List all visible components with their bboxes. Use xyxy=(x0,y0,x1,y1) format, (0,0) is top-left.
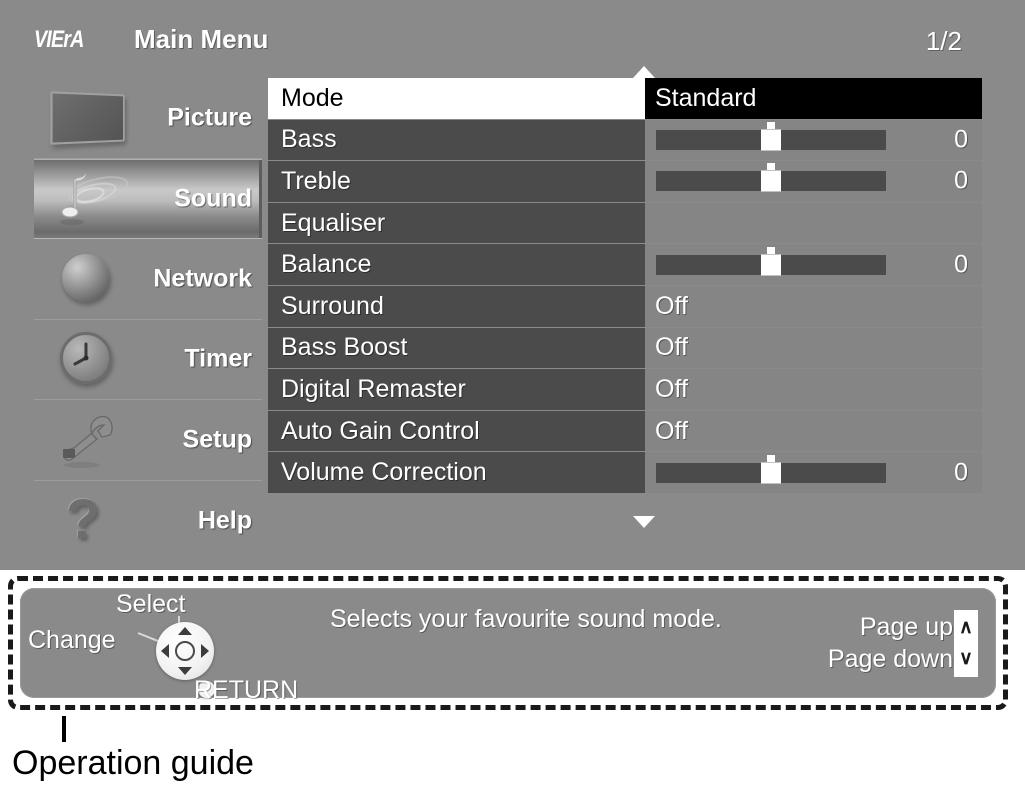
chevron-up-icon[interactable]: ∧ xyxy=(954,612,978,643)
sidebar-item-help[interactable]: ? Help xyxy=(34,481,262,562)
globe-icon xyxy=(46,248,132,310)
slider-thumb[interactable] xyxy=(761,170,781,192)
setting-label: Surround xyxy=(268,285,645,327)
sidebar-item-picture[interactable]: Picture xyxy=(34,78,262,159)
setting-label: Auto Gain Control xyxy=(268,410,645,452)
setting-label: Digital Remaster xyxy=(268,369,645,410)
settings-list: Mode Standard Bass 0 Treble 0 Equaliser … xyxy=(268,66,982,528)
sidebar: Picture Sound Network Timer Setup ? Help xyxy=(34,78,262,563)
setting-row-balance[interactable]: Balance 0 xyxy=(268,244,982,285)
slider[interactable] xyxy=(656,244,886,285)
slider-center-tick xyxy=(767,454,775,462)
slider-track[interactable] xyxy=(656,121,886,151)
setting-value[interactable]: 0 xyxy=(645,452,982,493)
sidebar-item-label: Picture xyxy=(167,103,252,132)
dpad-left-arrow-icon[interactable] xyxy=(161,644,169,658)
sidebar-item-label: Sound xyxy=(174,184,252,213)
slider-center-tick xyxy=(767,246,775,254)
menu-header: VIErA Main Menu 1/2 xyxy=(28,20,996,66)
setting-label: Balance xyxy=(268,244,645,285)
slider-center-tick xyxy=(767,121,775,129)
sidebar-item-label: Timer xyxy=(184,344,252,373)
slider-value: 0 xyxy=(954,458,968,487)
music-note-icon xyxy=(46,168,132,230)
caption-leader-line xyxy=(62,716,66,742)
setting-value[interactable]: Off xyxy=(645,285,982,327)
page-keys-button[interactable]: ∧ ∨ xyxy=(954,610,978,677)
page-keys[interactable]: Page up Page down ∧ ∨ xyxy=(828,610,978,677)
setting-value[interactable]: Standard xyxy=(645,78,982,119)
dpad-icon[interactable] xyxy=(156,622,214,680)
setting-label: Volume Correction xyxy=(268,452,645,493)
dpad-ok-button[interactable] xyxy=(175,641,195,661)
setting-label: Bass xyxy=(268,119,645,161)
triangle-up-icon[interactable] xyxy=(633,66,655,78)
chevron-down-icon[interactable]: ∨ xyxy=(954,643,978,674)
slider[interactable] xyxy=(656,161,886,202)
sidebar-item-label: Help xyxy=(197,506,252,535)
setting-row-bass[interactable]: Bass 0 xyxy=(268,119,982,161)
wrench-icon xyxy=(46,409,132,471)
slider-thumb[interactable] xyxy=(761,129,781,151)
setting-value[interactable] xyxy=(645,202,982,244)
dpad-down-arrow-icon[interactable] xyxy=(178,667,192,675)
slider-center-tick xyxy=(767,163,775,171)
slider-value: 0 xyxy=(954,250,968,279)
setting-row-digital-remaster[interactable]: Digital Remaster Off xyxy=(268,369,982,410)
dpad-right-arrow-icon[interactable] xyxy=(201,644,209,658)
page-keys-labels: Page up Page down xyxy=(828,611,953,675)
slider-value: 0 xyxy=(954,166,968,195)
setting-label: Bass Boost xyxy=(268,327,645,369)
sidebar-item-label: Network xyxy=(153,264,252,293)
setting-value[interactable]: Off xyxy=(645,410,982,452)
setting-value[interactable]: 0 xyxy=(645,161,982,202)
sidebar-item-label: Setup xyxy=(182,425,252,454)
operation-guide: Select Change RETURN Selects your favour… xyxy=(20,588,996,704)
page-indicator: 1/2 xyxy=(925,26,962,56)
setting-row-mode[interactable]: Mode Standard xyxy=(268,78,982,119)
select-label: Select xyxy=(116,590,186,618)
dpad-up-arrow-icon[interactable] xyxy=(178,627,192,635)
page-up-label: Page up xyxy=(859,613,953,642)
tv-menu-screen: VIErA Main Menu 1/2 Picture Sound Networ… xyxy=(0,0,1025,570)
setting-label: Treble xyxy=(268,161,645,202)
setting-row-treble[interactable]: Treble 0 xyxy=(268,161,982,202)
slider-thumb[interactable] xyxy=(761,462,781,484)
setting-row-volume-correction[interactable]: Volume Correction 0 xyxy=(268,452,982,493)
slider[interactable] xyxy=(656,452,886,493)
tv-icon xyxy=(46,87,132,149)
viera-logo: VIErA xyxy=(34,26,84,53)
slider[interactable] xyxy=(656,120,886,161)
setting-value[interactable]: Off xyxy=(645,369,982,410)
setting-row-equaliser[interactable]: Equaliser xyxy=(268,202,982,244)
setting-label: Equaliser xyxy=(268,202,645,244)
setting-row-bass-boost[interactable]: Bass Boost Off xyxy=(268,327,982,369)
slider-track[interactable] xyxy=(656,246,886,276)
page-title: Main Menu xyxy=(134,24,269,54)
caption-label: Operation guide xyxy=(12,744,254,782)
setting-row-surround[interactable]: Surround Off xyxy=(268,285,982,327)
question-mark-icon: ? xyxy=(66,486,101,550)
sidebar-item-timer[interactable]: Timer xyxy=(34,320,262,400)
return-label: RETURN xyxy=(194,676,299,704)
setting-row-auto-gain-control[interactable]: Auto Gain Control Off xyxy=(268,410,982,452)
setting-value[interactable]: Off xyxy=(645,327,982,369)
sidebar-item-network[interactable]: Network xyxy=(34,239,262,320)
clock-icon xyxy=(46,328,132,390)
setting-value[interactable]: 0 xyxy=(645,244,982,285)
slider-track[interactable] xyxy=(656,454,886,484)
guide-description: Selects your favourite sound mode. xyxy=(330,605,722,633)
sidebar-item-sound[interactable]: Sound xyxy=(34,158,262,239)
slider-track[interactable] xyxy=(656,163,886,192)
slider-thumb[interactable] xyxy=(761,254,781,276)
setting-label: Mode xyxy=(268,78,645,119)
change-label: Change xyxy=(28,626,116,654)
page-down-label: Page down xyxy=(827,645,953,674)
slider-value: 0 xyxy=(954,125,968,154)
setting-value[interactable]: 0 xyxy=(645,119,982,161)
sidebar-item-setup[interactable]: Setup xyxy=(34,400,262,481)
triangle-down-icon[interactable] xyxy=(633,516,655,528)
